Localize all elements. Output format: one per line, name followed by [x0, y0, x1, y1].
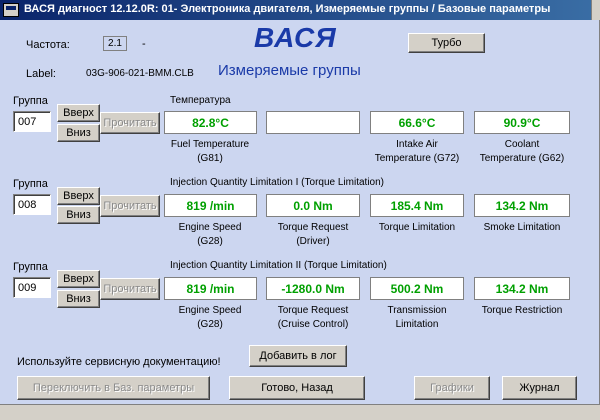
group-title: Температура — [170, 95, 231, 106]
turbo-button[interactable]: Турбо — [408, 33, 485, 53]
value-label-4: Torque Restriction — [481, 305, 563, 316]
value-field-3: 66.6°C — [370, 111, 464, 134]
window-title: ВАСЯ диагност 12.12.0R: 01- Электроника … — [24, 3, 551, 15]
value-field-4: 90.9°C — [474, 111, 570, 134]
value-field-2: 0.0 Nm — [266, 194, 360, 217]
value-field-1: 819 /min — [164, 194, 257, 217]
label-file-value: 03G-906-021-BMM.CLB — [86, 68, 194, 79]
group-number-input[interactable]: 008 — [13, 194, 51, 215]
group-read-button[interactable]: Прочитать — [100, 195, 160, 217]
value-field-4: 134.2 Nm — [474, 277, 570, 300]
value-label-2: Torque Request (Cruise Control) — [277, 305, 349, 330]
frequency-dash: - — [142, 38, 146, 50]
group-title: Injection Quantity Limitation I (Torque … — [170, 177, 384, 188]
page-subtitle: Измеряемые группы — [218, 62, 361, 79]
group-number-input[interactable]: 007 — [13, 111, 51, 132]
value-field-2 — [266, 111, 360, 134]
value-label-1: Engine Speed (G28) — [178, 305, 242, 330]
switch-basic-settings-button[interactable]: Переключить в Баз. параметры — [17, 376, 210, 400]
group-title: Injection Quantity Limitation II (Torque… — [170, 260, 387, 271]
value-label-2: Torque Request (Driver) — [277, 222, 349, 247]
group-down-button[interactable]: Вниз — [57, 124, 100, 142]
add-to-log-button[interactable]: Добавить в лог — [249, 345, 347, 367]
group-up-button[interactable]: Вверх — [57, 104, 100, 122]
frequency-value: 2.1 — [103, 36, 127, 51]
value-label-1: Fuel Temperature (G81) — [170, 139, 250, 164]
main-window: ВАСЯ диагност 12.12.0R: 01- Электроника … — [0, 0, 600, 420]
frequency-label: Частота: — [26, 39, 70, 51]
done-back-button[interactable]: Готово, Назад — [229, 376, 365, 400]
group-number-input[interactable]: 009 — [13, 277, 51, 298]
value-field-1: 819 /min — [164, 277, 257, 300]
value-label-4: Smoke Limitation — [483, 222, 561, 233]
value-field-4: 134.2 Nm — [474, 194, 570, 217]
group-down-button[interactable]: Вниз — [57, 206, 100, 224]
group-read-button[interactable]: Прочитать — [100, 278, 160, 300]
value-field-1: 82.8°C — [164, 111, 257, 134]
group-up-button[interactable]: Вверх — [57, 270, 100, 288]
group-down-button[interactable]: Вниз — [57, 290, 100, 308]
title-bar[interactable]: ВАСЯ диагност 12.12.0R: 01- Электроника … — [0, 0, 600, 20]
group-label: Группа — [13, 261, 48, 273]
group-label: Группа — [13, 178, 48, 190]
value-field-3: 185.4 Nm — [370, 194, 464, 217]
brand-logo-text: ВАСЯ — [254, 22, 337, 53]
bottom-edge — [0, 404, 600, 420]
value-label-3: Intake Air Temperature (G72) — [374, 139, 460, 164]
value-label-3: Torque Limitation — [378, 222, 456, 233]
value-field-2: -1280.0 Nm — [266, 277, 360, 300]
graphs-button[interactable]: Графики — [414, 376, 490, 400]
value-field-3: 500.2 Nm — [370, 277, 464, 300]
group-label: Группа — [13, 95, 48, 107]
app-icon[interactable] — [3, 3, 19, 17]
value-label-1: Engine Speed (G28) — [178, 222, 242, 247]
value-label-3: Transmission Limitation — [387, 305, 447, 330]
service-doc-hint: Используйте сервисную документацию! — [17, 356, 221, 368]
group-read-button[interactable]: Прочитать — [100, 112, 160, 134]
title-bar-button-edge[interactable] — [591, 0, 600, 20]
value-label-4: Coolant Temperature (G62) — [479, 139, 565, 164]
label-file-label: Label: — [26, 68, 56, 80]
group-up-button[interactable]: Вверх — [57, 187, 100, 205]
journal-button[interactable]: Журнал — [502, 376, 577, 400]
